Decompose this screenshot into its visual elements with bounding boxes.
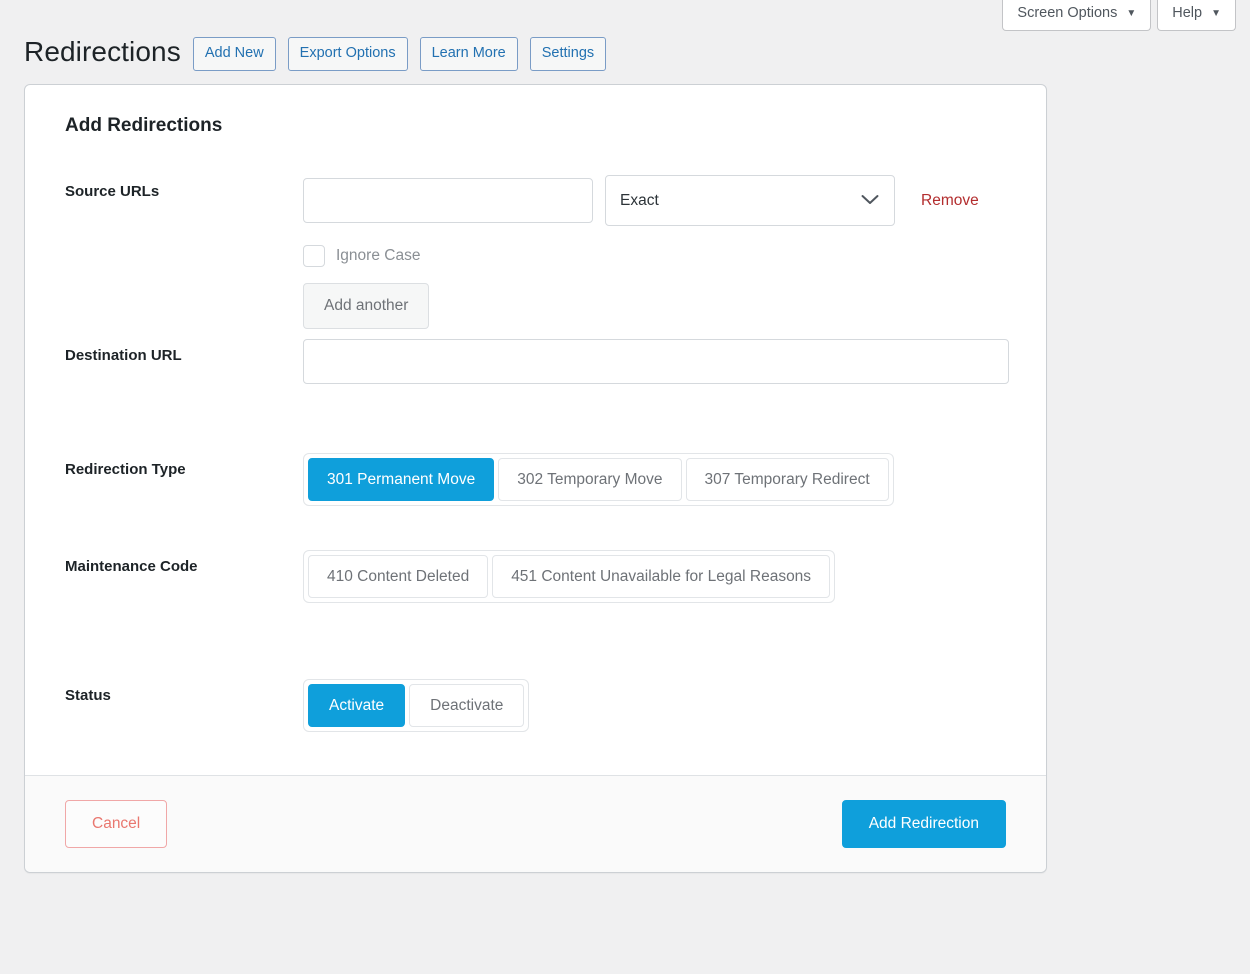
maintenance-code-label: Maintenance Code [65, 558, 198, 575]
screen-meta-bar: Screen Options ▼ Help ▼ [1002, 0, 1236, 32]
redirect-301-button[interactable]: 301 Permanent Move [308, 458, 495, 502]
card-body: Add Redirections Source URLs Exact Remov… [25, 85, 1046, 775]
redirect-307-button[interactable]: 307 Temporary Redirect [685, 458, 889, 502]
help-label: Help [1172, 5, 1203, 21]
redirect-302-button[interactable]: 302 Temporary Move [498, 458, 682, 502]
ignore-case-label: Ignore Case [336, 247, 421, 264]
redirection-type-field: 301 Permanent Move 302 Temporary Move 30… [303, 453, 1006, 507]
ignore-case-line: Ignore Case [303, 245, 1006, 267]
add-new-button[interactable]: Add New [192, 36, 276, 72]
screen-options-label: Screen Options [1017, 5, 1118, 21]
add-redirections-card: Add Redirections Source URLs Exact Remov… [24, 84, 1047, 873]
maintenance-code-group: 410 Content Deleted 451 Content Unavaila… [303, 550, 836, 604]
status-label: Status [65, 687, 111, 704]
maintenance-410-button[interactable]: 410 Content Deleted [308, 555, 489, 599]
source-url-input[interactable] [303, 178, 593, 223]
destination-url-row: Destination URL [65, 339, 1009, 453]
redirection-type-label: Redirection Type [65, 461, 186, 478]
settings-button[interactable]: Settings [529, 36, 607, 72]
source-urls-label: Source URLs [65, 183, 160, 200]
source-url-line: Exact Remove [303, 175, 1006, 226]
chevron-down-icon: ▼ [1126, 7, 1137, 19]
destination-url-label: Destination URL [65, 347, 182, 364]
match-type-value: Exact [620, 191, 659, 209]
remove-source-link[interactable]: Remove [921, 192, 979, 210]
add-redirection-button[interactable]: Add Redirection [841, 800, 1006, 848]
deactivate-button[interactable]: Deactivate [409, 684, 525, 728]
match-type-select[interactable]: Exact [605, 175, 895, 226]
card-heading: Add Redirections [65, 115, 223, 136]
card-footer: Cancel Add Redirection [25, 775, 1046, 872]
header-actions: Add New Export Options Learn More Settin… [192, 33, 607, 72]
maintenance-code-row: Maintenance Code 410 Content Deleted 451… [65, 550, 1006, 679]
maintenance-code-field: 410 Content Deleted 451 Content Unavaila… [303, 550, 1006, 604]
ignore-case-checkbox[interactable] [303, 245, 325, 267]
destination-url-field [303, 339, 1009, 384]
page-title: Redirections [24, 36, 181, 68]
destination-url-input[interactable] [303, 339, 1009, 384]
export-options-button[interactable]: Export Options [287, 36, 408, 72]
source-urls-row: Source URLs Exact Remove Ignore Case Add… [65, 175, 1006, 339]
status-group: Activate Deactivate [303, 679, 530, 733]
match-type-select-wrap: Exact [605, 175, 895, 226]
status-field: Activate Deactivate [303, 679, 1006, 733]
add-another-button[interactable]: Add another [303, 283, 430, 329]
redirection-type-group: 301 Permanent Move 302 Temporary Move 30… [303, 453, 894, 507]
cancel-button[interactable]: Cancel [65, 800, 168, 848]
activate-button[interactable]: Activate [308, 684, 406, 728]
status-row: Status Activate Deactivate [65, 679, 1006, 741]
screen-options-button[interactable]: Screen Options ▼ [1002, 0, 1152, 32]
maintenance-451-button[interactable]: 451 Content Unavailable for Legal Reason… [492, 555, 831, 599]
chevron-down-icon: ▼ [1211, 7, 1221, 19]
source-urls-field: Exact Remove Ignore Case Add another [303, 175, 1006, 329]
redirection-type-row: Redirection Type 301 Permanent Move 302 … [65, 453, 1006, 550]
help-button[interactable]: Help ▼ [1157, 0, 1236, 32]
learn-more-button[interactable]: Learn More [419, 36, 518, 72]
